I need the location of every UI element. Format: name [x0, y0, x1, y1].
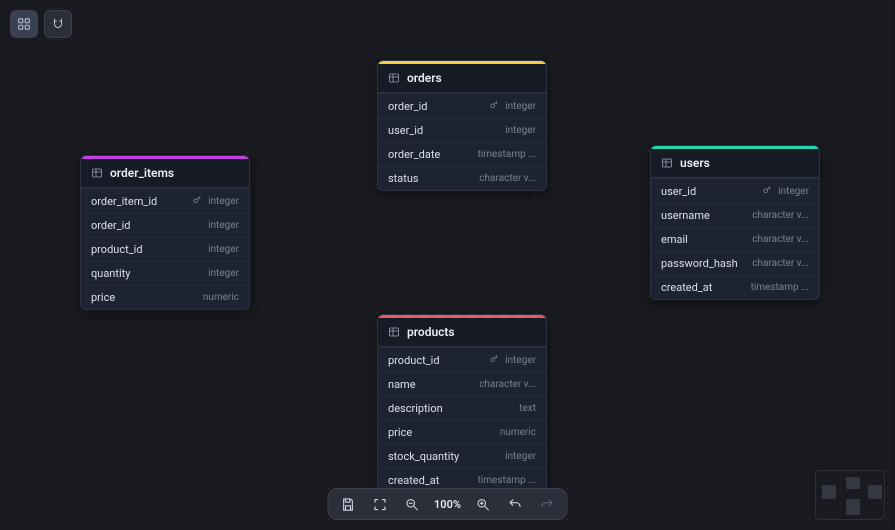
column-row[interactable]: user_id integer	[378, 118, 546, 142]
column-type: integer	[505, 451, 536, 462]
column-type: character v...	[752, 234, 809, 245]
column-name: password_hash	[661, 257, 738, 270]
column-type: timestamp ...	[478, 475, 536, 486]
column-name: order_date	[388, 148, 440, 161]
undo-icon	[507, 497, 522, 512]
column-type: integer	[505, 101, 536, 112]
column-name: created_at	[388, 474, 439, 487]
table-icon	[388, 326, 400, 338]
column-name: stock_quantity	[388, 450, 459, 463]
fit-view-button[interactable]	[370, 494, 390, 514]
column-name: order_id	[91, 219, 131, 232]
column-row[interactable]: password_hash character v...	[651, 251, 819, 275]
table-order-items[interactable]: order_items order_item_id integer order_…	[80, 155, 250, 310]
save-button[interactable]	[338, 494, 358, 514]
table-header[interactable]: orders	[378, 64, 546, 93]
zoom-out-icon	[405, 497, 420, 512]
column-type: character v...	[752, 210, 809, 221]
column-type: numeric	[203, 292, 239, 303]
magnet-view-button[interactable]	[44, 10, 72, 38]
column-row[interactable]: username character v...	[651, 203, 819, 227]
zoom-out-button[interactable]	[402, 494, 422, 514]
column-name: created_at	[661, 281, 712, 294]
zoom-in-icon	[475, 497, 490, 512]
column-type: integer	[208, 196, 239, 207]
redo-icon	[539, 497, 554, 512]
column-type: character v...	[479, 379, 536, 390]
column-name: username	[661, 209, 710, 222]
column-type: integer	[505, 125, 536, 136]
column-row[interactable]: order_item_id integer	[81, 188, 249, 213]
table-header[interactable]: products	[378, 318, 546, 347]
undo-button[interactable]	[505, 494, 525, 514]
column-name: email	[661, 233, 688, 246]
column-type: integer	[778, 186, 809, 197]
column-row[interactable]: created_at timestamp ...	[651, 275, 819, 299]
zoom-toolbar: 100%	[327, 488, 568, 520]
column-type: integer	[505, 355, 536, 366]
zoom-in-button[interactable]	[473, 494, 493, 514]
grid-icon	[17, 17, 31, 31]
column-name: price	[388, 426, 412, 439]
primary-key-icon	[489, 99, 500, 113]
column-type: timestamp ...	[478, 149, 536, 160]
column-row[interactable]: price numeric	[81, 285, 249, 309]
column-row[interactable]: email character v...	[651, 227, 819, 251]
table-icon	[91, 167, 103, 179]
zoom-level: 100%	[434, 498, 461, 511]
column-row[interactable]: order_date timestamp ...	[378, 142, 546, 166]
save-icon	[341, 497, 356, 512]
column-name: product_id	[388, 354, 440, 367]
column-row[interactable]: price numeric	[378, 420, 546, 444]
column-type: text	[519, 403, 536, 414]
primary-key-icon	[762, 184, 773, 198]
column-type: timestamp ...	[751, 282, 809, 293]
column-name: user_id	[388, 124, 423, 137]
column-row[interactable]: product_id integer	[81, 237, 249, 261]
table-title: orders	[407, 71, 442, 85]
column-name: price	[91, 291, 115, 304]
column-name: description	[388, 402, 443, 415]
redo-button[interactable]	[537, 494, 557, 514]
column-name: order_item_id	[91, 195, 157, 208]
table-title: products	[407, 325, 455, 339]
column-name: product_id	[91, 243, 143, 256]
column-row[interactable]: quantity integer	[81, 261, 249, 285]
column-row[interactable]: product_id integer	[378, 347, 546, 372]
column-row[interactable]: user_id integer	[651, 178, 819, 203]
fullscreen-icon	[373, 497, 388, 512]
table-icon	[388, 72, 400, 84]
magnet-icon	[51, 17, 65, 31]
primary-key-icon	[192, 194, 203, 208]
column-name: name	[388, 378, 416, 391]
column-type: character v...	[479, 173, 536, 184]
table-header[interactable]: order_items	[81, 159, 249, 188]
table-title: users	[680, 156, 710, 170]
column-name: status	[388, 172, 419, 185]
column-type: integer	[208, 220, 239, 231]
table-title: order_items	[110, 166, 174, 180]
view-toolbar	[10, 10, 72, 38]
primary-key-icon	[489, 353, 500, 367]
table-products[interactable]: products product_id integer name charact…	[377, 314, 547, 493]
column-name: order_id	[388, 100, 428, 113]
grid-view-button[interactable]	[10, 10, 38, 38]
table-icon	[661, 157, 673, 169]
column-name: quantity	[91, 267, 130, 280]
column-row[interactable]: order_id integer	[378, 93, 546, 118]
table-users[interactable]: users user_id integer username character…	[650, 145, 820, 300]
column-type: integer	[208, 244, 239, 255]
column-type: integer	[208, 268, 239, 279]
column-row[interactable]: status character v...	[378, 166, 546, 190]
minimap[interactable]	[815, 470, 885, 520]
column-type: character v...	[752, 258, 809, 269]
column-row[interactable]: description text	[378, 396, 546, 420]
column-type: numeric	[500, 427, 536, 438]
table-orders[interactable]: orders order_id integer user_id integer …	[377, 60, 547, 191]
column-row[interactable]: stock_quantity integer	[378, 444, 546, 468]
table-header[interactable]: users	[651, 149, 819, 178]
column-row[interactable]: name character v...	[378, 372, 546, 396]
column-row[interactable]: order_id integer	[81, 213, 249, 237]
column-name: user_id	[661, 185, 696, 198]
